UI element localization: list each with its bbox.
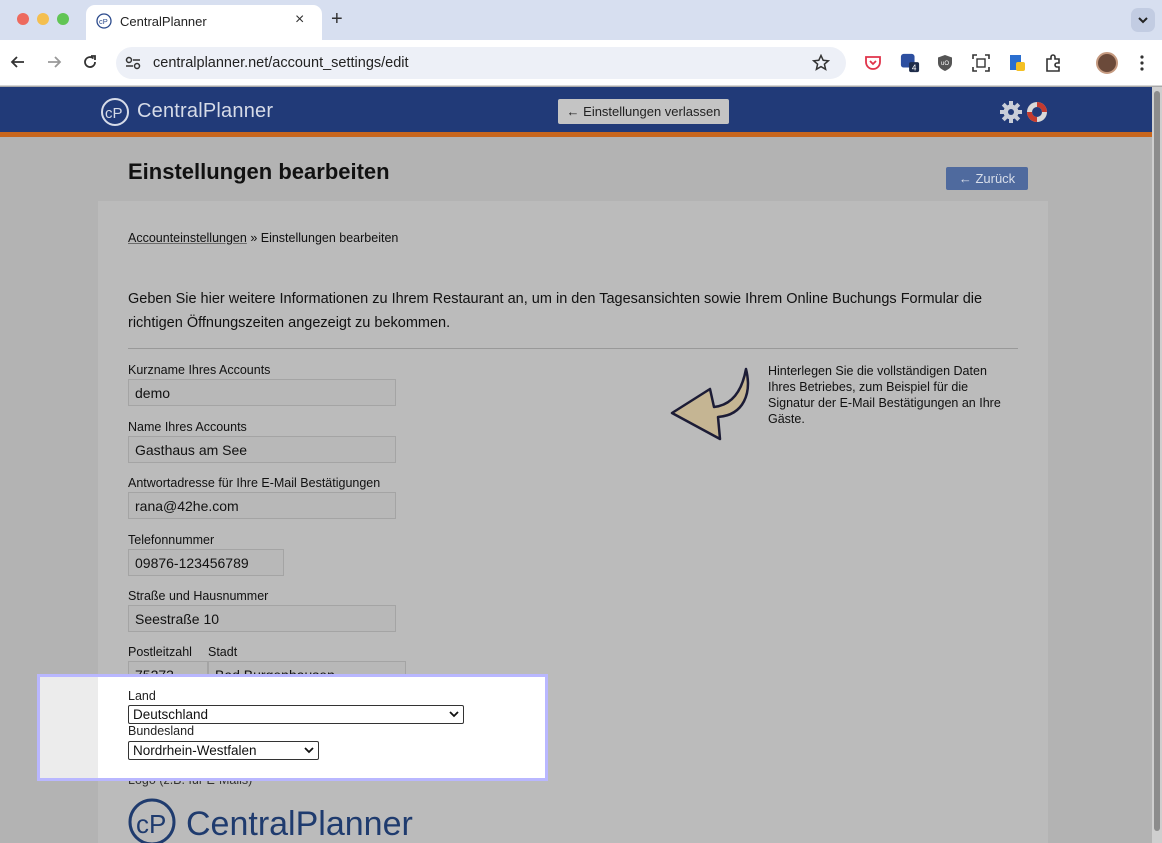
- tab-manager-extension-icon[interactable]: 4: [900, 53, 920, 73]
- street-label: Straße und Hausnummer: [128, 589, 269, 603]
- close-window-button[interactable]: [17, 13, 29, 25]
- back-button[interactable]: ← Zurück: [946, 167, 1028, 190]
- intro-text: Geben Sie hier weitere Informationen zu …: [128, 291, 983, 331]
- screenshot-icon[interactable]: [971, 53, 991, 73]
- browser-menu-icon[interactable]: [1136, 53, 1148, 73]
- reply-address-label: Antwortadresse für Ihre E-Mail Bestätigu…: [128, 476, 381, 490]
- account-logo-text: CentralPlanner: [186, 805, 413, 843]
- street-input[interactable]: Seestraße 10: [128, 605, 396, 632]
- breadcrumb-link-account-settings[interactable]: Accounteinstellungen: [128, 231, 247, 245]
- new-tab-button[interactable]: +: [331, 8, 343, 31]
- chevron-down-icon: [1138, 17, 1148, 24]
- page-title: Einstellungen bearbeiten: [128, 159, 390, 184]
- browser-tab-bar: cP CentralPlanner × +: [0, 0, 1162, 40]
- state-select-value: Nordrhein-Westfalen: [133, 743, 257, 758]
- document-extension-icon[interactable]: [1007, 53, 1027, 73]
- hint-text: Hinterlegen Sie die vollständigen Daten …: [768, 364, 1001, 426]
- divider: [128, 348, 1018, 349]
- extensions-puzzle-icon[interactable]: [1043, 53, 1063, 73]
- svg-text:cP: cP: [99, 17, 108, 26]
- breadcrumb: Accounteinstellungen » Einstellungen bea…: [128, 231, 398, 245]
- svg-text:cP: cP: [136, 809, 166, 839]
- forward-arrow-icon[interactable]: [44, 52, 64, 72]
- curved-arrow-icon: [670, 367, 750, 441]
- country-select-value: Deutschland: [133, 707, 209, 722]
- browser-tab[interactable]: cP CentralPlanner ×: [86, 5, 322, 40]
- ublock-shield-icon[interactable]: uO: [935, 53, 955, 73]
- zip-label: Postleitzahl: [128, 645, 192, 659]
- city-label: Stadt: [208, 645, 238, 659]
- lifebuoy-help-icon[interactable]: [1025, 100, 1049, 124]
- page-scrollbar[interactable]: [1152, 87, 1162, 843]
- state-select[interactable]: Nordrhein-Westfalen: [128, 741, 319, 760]
- breadcrumb-current: » Einstellungen bearbeiten: [246, 231, 399, 245]
- svg-text:uO: uO: [941, 61, 949, 67]
- centralplanner-logo-icon[interactable]: cP: [100, 97, 130, 127]
- url-text[interactable]: centralplanner.net/account_settings/edit: [153, 55, 409, 71]
- site-header: cP CentralPlanner ← Einstellungen verlas…: [0, 87, 1152, 137]
- phone-input[interactable]: 09876-123456789: [128, 549, 284, 576]
- centralplanner-favicon-icon: cP: [96, 13, 112, 29]
- address-bar[interactable]: centralplanner.net/account_settings/edit: [116, 47, 846, 79]
- minimize-window-button[interactable]: [37, 13, 49, 25]
- reload-icon[interactable]: [80, 52, 100, 72]
- state-label: Bundesland: [128, 724, 195, 738]
- country-select[interactable]: Deutschland: [128, 705, 464, 724]
- bookmark-star-icon[interactable]: [812, 54, 830, 72]
- tab-close-icon[interactable]: ×: [295, 11, 304, 29]
- site-settings-icon[interactable]: [124, 55, 142, 71]
- country-label: Land: [128, 689, 156, 703]
- svg-text:cP: cP: [105, 105, 123, 122]
- account-name-label: Name Ihres Accounts: [128, 420, 247, 434]
- reply-address-input[interactable]: rana@42he.com: [128, 492, 396, 519]
- maximize-window-button[interactable]: [57, 13, 69, 25]
- highlight-margin: [40, 677, 98, 778]
- chevron-down-icon: [304, 747, 314, 754]
- phone-label: Telefonnummer: [128, 533, 215, 547]
- chevron-down-icon: [449, 711, 459, 718]
- highlighted-region: Land Deutschland Bundesland Nordrhein-We…: [37, 674, 548, 781]
- browser-toolbar: centralplanner.net/account_settings/edit…: [0, 40, 1162, 86]
- tab-search-button[interactable]: [1131, 8, 1155, 32]
- short-name-label: Kurzname Ihres Accounts: [128, 363, 271, 377]
- pocket-icon[interactable]: [863, 53, 883, 73]
- gear-icon[interactable]: [999, 100, 1023, 124]
- scrollbar-thumb[interactable]: [1154, 91, 1160, 831]
- extension-badge: 4: [912, 63, 917, 72]
- tab-title: CentralPlanner: [120, 14, 207, 29]
- short-name-input[interactable]: demo: [128, 379, 396, 406]
- logo-text: CentralPlanner: [137, 100, 274, 122]
- account-name-input[interactable]: Gasthaus am See: [128, 436, 396, 463]
- account-logo-image: cP CentralPlanner: [128, 798, 413, 843]
- leave-settings-button[interactable]: ← Einstellungen verlassen: [558, 99, 729, 124]
- back-arrow-icon[interactable]: [8, 52, 28, 72]
- profile-avatar[interactable]: [1096, 52, 1118, 74]
